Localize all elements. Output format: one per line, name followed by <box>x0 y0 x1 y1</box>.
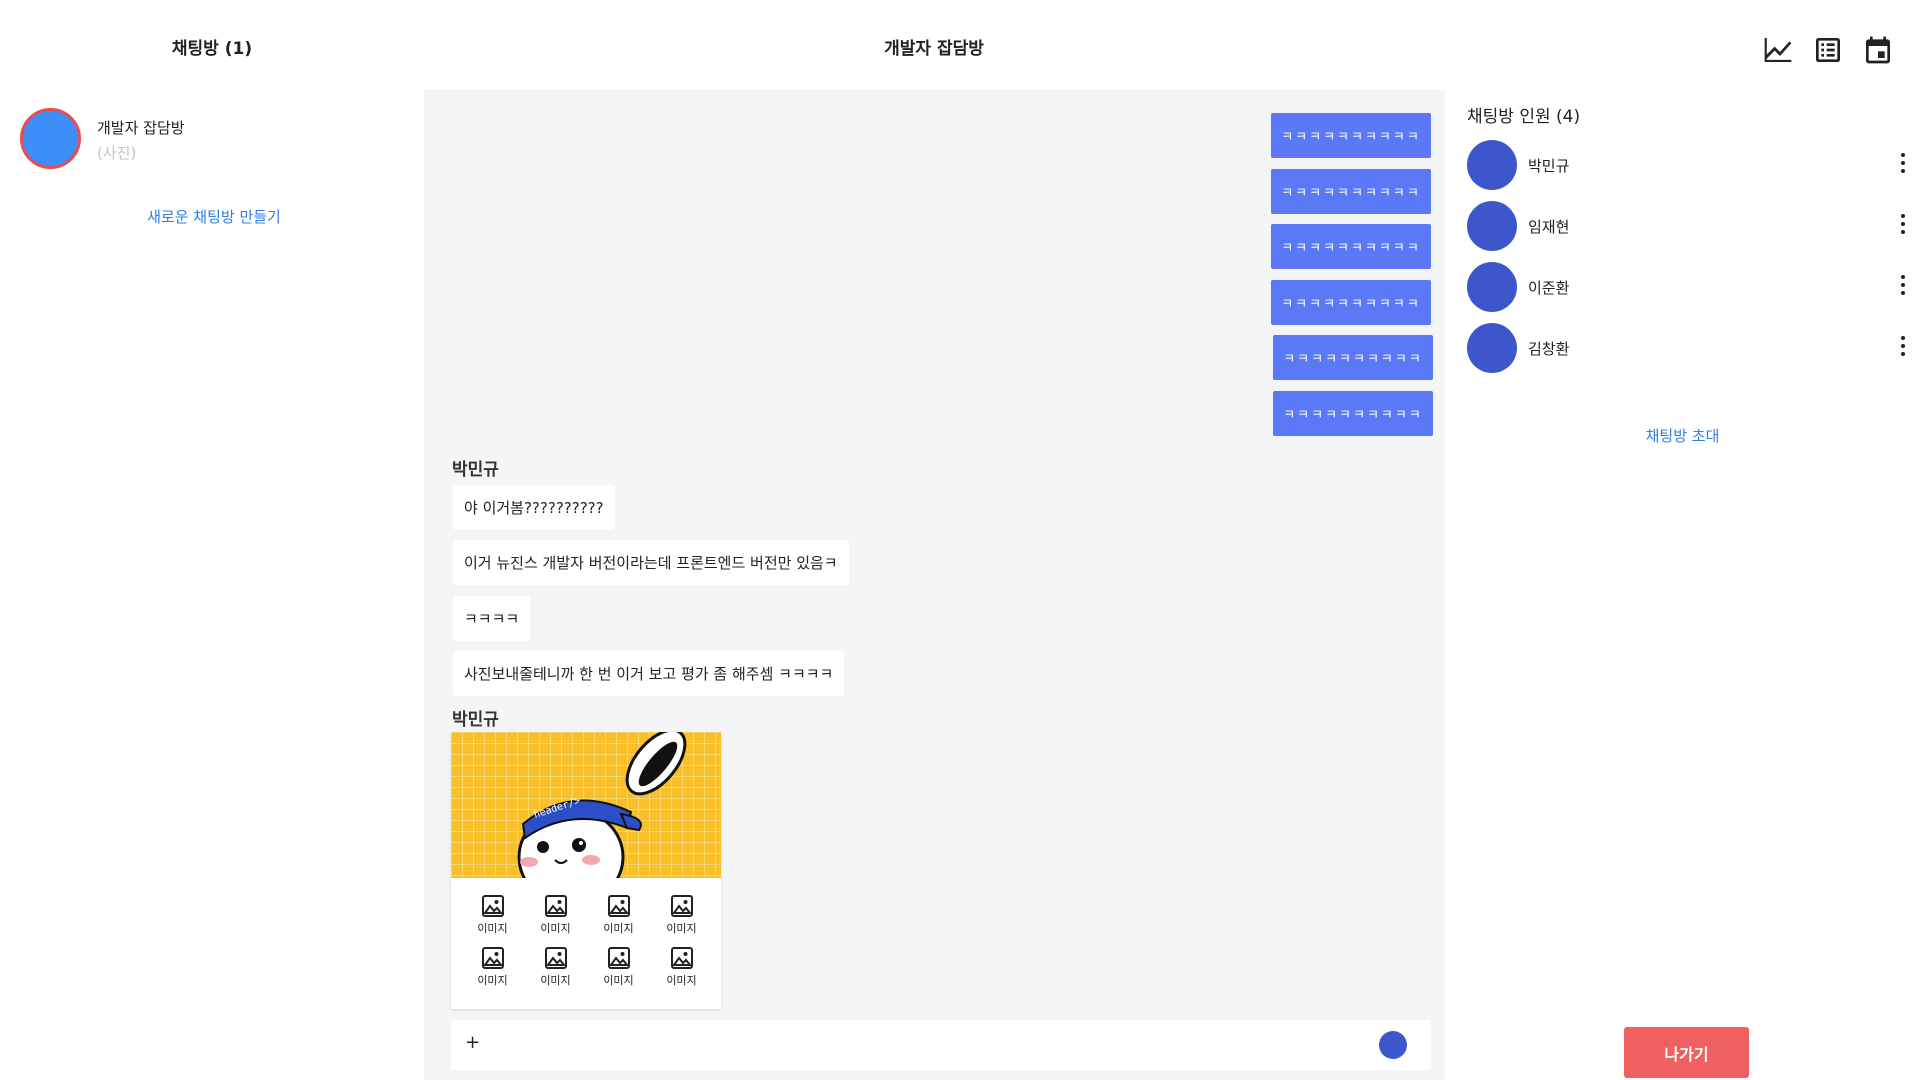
shared-image[interactable]: header/> <box>451 732 721 878</box>
image-icon <box>670 895 693 917</box>
member-name: 김창환 <box>1528 340 1570 358</box>
image-thumbnail[interactable]: 이미지 <box>461 894 524 936</box>
image-thumbnail-label: 이미지 <box>666 974 697 987</box>
image-thumbnail[interactable]: 이미지 <box>461 946 524 988</box>
more-vert-icon[interactable] <box>1899 211 1907 241</box>
image-thumbnail-label: 이미지 <box>540 922 571 935</box>
room-item[interactable]: 개발자 잡담방 (사진) <box>20 108 410 170</box>
top-toolbar <box>1762 34 1894 66</box>
image-thumbnail[interactable]: 이미지 <box>587 894 650 936</box>
member-item[interactable]: 김창환 <box>1467 323 1907 373</box>
sender-name: 박민규 <box>452 460 499 480</box>
avatar <box>1467 201 1517 251</box>
more-vert-icon[interactable] <box>1899 272 1907 302</box>
message-input-bar: + <box>451 1020 1431 1070</box>
member-name: 이준환 <box>1528 279 1570 297</box>
message-input[interactable] <box>491 1030 1371 1060</box>
member-name: 임재현 <box>1528 218 1570 236</box>
image-thumbnail[interactable]: 이미지 <box>650 946 713 988</box>
image-thumbnail-label: 이미지 <box>603 922 634 935</box>
my-message: ㅋㅋㅋㅋㅋㅋㅋㅋㅋㅋ <box>1271 224 1431 269</box>
room-avatar <box>20 108 81 169</box>
received-message: ㅋㅋㅋㅋ <box>453 596 531 641</box>
invite-button[interactable]: 채팅방 초대 <box>1445 425 1920 446</box>
chart-icon[interactable] <box>1762 34 1794 66</box>
image-thumbnail[interactable]: 이미지 <box>524 894 587 936</box>
room-last-message: (사진) <box>97 144 137 162</box>
avatar <box>1467 323 1517 373</box>
image-thumbnail[interactable]: 이미지 <box>587 946 650 988</box>
received-message: 이거 뉴진스 개발자 버전이라는데 프론트엔드 버전만 있음ㅋ <box>453 540 849 585</box>
image-thumbnail-label: 이미지 <box>666 922 697 935</box>
send-button[interactable] <box>1379 1031 1407 1059</box>
chat-area[interactable]: ㅋㅋㅋㅋㅋㅋㅋㅋㅋㅋ ㅋㅋㅋㅋㅋㅋㅋㅋㅋㅋ ㅋㅋㅋㅋㅋㅋㅋㅋㅋㅋ ㅋㅋㅋㅋㅋㅋㅋ… <box>424 90 1445 1080</box>
received-message: 야 이거봄?????????? <box>453 485 615 530</box>
my-message: ㅋㅋㅋㅋㅋㅋㅋㅋㅋㅋ <box>1273 335 1433 380</box>
image-icon <box>607 947 630 969</box>
image-thumbnail-label: 이미지 <box>477 922 508 935</box>
bunny-illustration: header/> <box>451 732 721 878</box>
my-message: ㅋㅋㅋㅋㅋㅋㅋㅋㅋㅋ <box>1271 113 1431 158</box>
room-list-panel: 채팅방 (1) 개발자 잡담방 (사진) 새로운 채팅방 만들기 <box>0 0 424 1080</box>
new-room-button[interactable]: 새로운 채팅방 만들기 <box>0 206 428 227</box>
image-icon <box>670 947 693 969</box>
member-name: 박민규 <box>1528 157 1570 175</box>
my-message: ㅋㅋㅋㅋㅋㅋㅋㅋㅋㅋ <box>1273 391 1433 436</box>
my-message: ㅋㅋㅋㅋㅋㅋㅋㅋㅋㅋ <box>1271 169 1431 214</box>
image-thumbnail-label: 이미지 <box>603 974 634 987</box>
more-vert-icon[interactable] <box>1899 150 1907 180</box>
image-thumbnail-label: 이미지 <box>477 974 508 987</box>
table-icon[interactable] <box>1812 34 1844 66</box>
room-list-title: 채팅방 (1) <box>171 39 253 59</box>
room-name: 개발자 잡담방 <box>97 119 185 137</box>
member-item[interactable]: 이준환 <box>1467 262 1907 312</box>
image-thumbnail[interactable]: 이미지 <box>524 946 587 988</box>
calendar-icon[interactable] <box>1862 34 1894 66</box>
image-icon <box>544 947 567 969</box>
image-message[interactable]: header/> 이미지 이미지 이미지 이미지 이미지 이미지 이미지 이미지 <box>451 732 721 1009</box>
image-icon <box>481 947 504 969</box>
avatar <box>1467 262 1517 312</box>
members-title: 채팅방 인원 (4) <box>1467 107 1581 127</box>
more-vert-icon[interactable] <box>1899 333 1907 363</box>
image-icon <box>607 895 630 917</box>
image-thumbnail-label: 이미지 <box>540 974 571 987</box>
image-icon <box>544 895 567 917</box>
image-icon <box>481 895 504 917</box>
attach-button[interactable]: + <box>465 1032 480 1053</box>
image-thumbnail-grid: 이미지 이미지 이미지 이미지 이미지 이미지 이미지 이미지 <box>461 894 721 988</box>
image-thumbnail[interactable]: 이미지 <box>650 894 713 936</box>
my-message: ㅋㅋㅋㅋㅋㅋㅋㅋㅋㅋ <box>1271 280 1431 325</box>
member-item[interactable]: 박민규 <box>1467 140 1907 190</box>
sender-name: 박민규 <box>452 710 499 730</box>
leave-button[interactable]: 나가기 <box>1624 1027 1749 1078</box>
chat-room-title: 개발자 잡담방 <box>884 39 984 59</box>
members-panel: 채팅방 인원 (4) 박민규 임재현 이준환 김창환 채팅방 초대 나가기 <box>1445 90 1920 1080</box>
received-message: 사진보내줄테니까 한 번 이거 보고 평가 좀 해주셈 ㅋㅋㅋㅋ <box>453 651 845 696</box>
member-item[interactable]: 임재현 <box>1467 201 1907 251</box>
avatar <box>1467 140 1517 190</box>
